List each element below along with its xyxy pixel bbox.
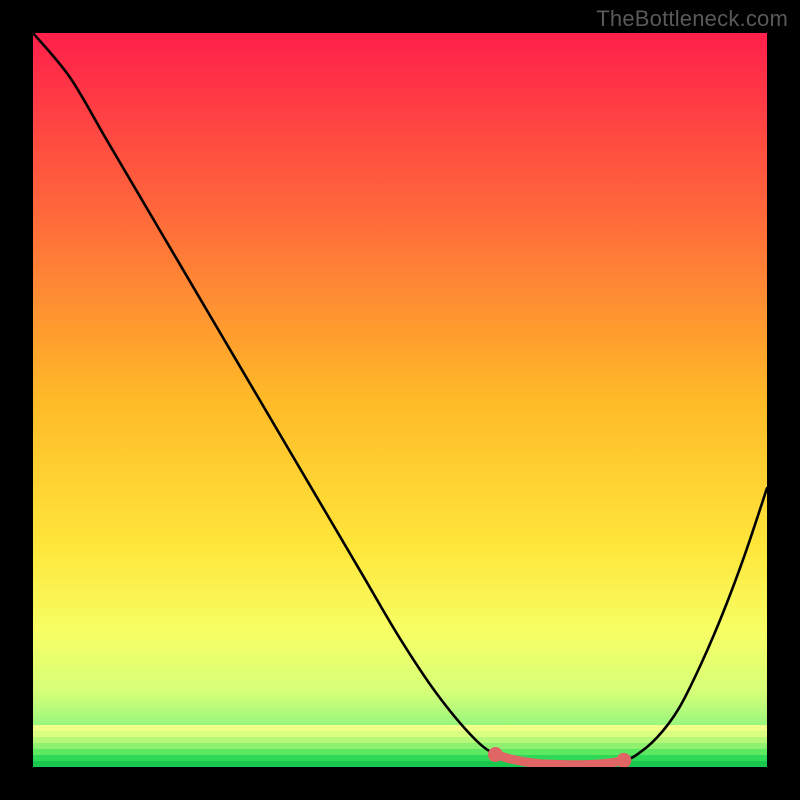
highlight-dot <box>506 754 515 763</box>
highlight-endpoint <box>616 753 631 767</box>
chart-frame: TheBottleneck.com <box>0 0 800 800</box>
watermark-text: TheBottleneck.com <box>596 6 788 32</box>
highlight-markers-layer <box>33 33 767 767</box>
highlight-endpoint <box>488 747 503 762</box>
plot-area <box>33 33 767 767</box>
highlight-connector <box>495 755 623 765</box>
highlight-dot <box>520 757 529 766</box>
highlight-dot <box>608 758 617 767</box>
